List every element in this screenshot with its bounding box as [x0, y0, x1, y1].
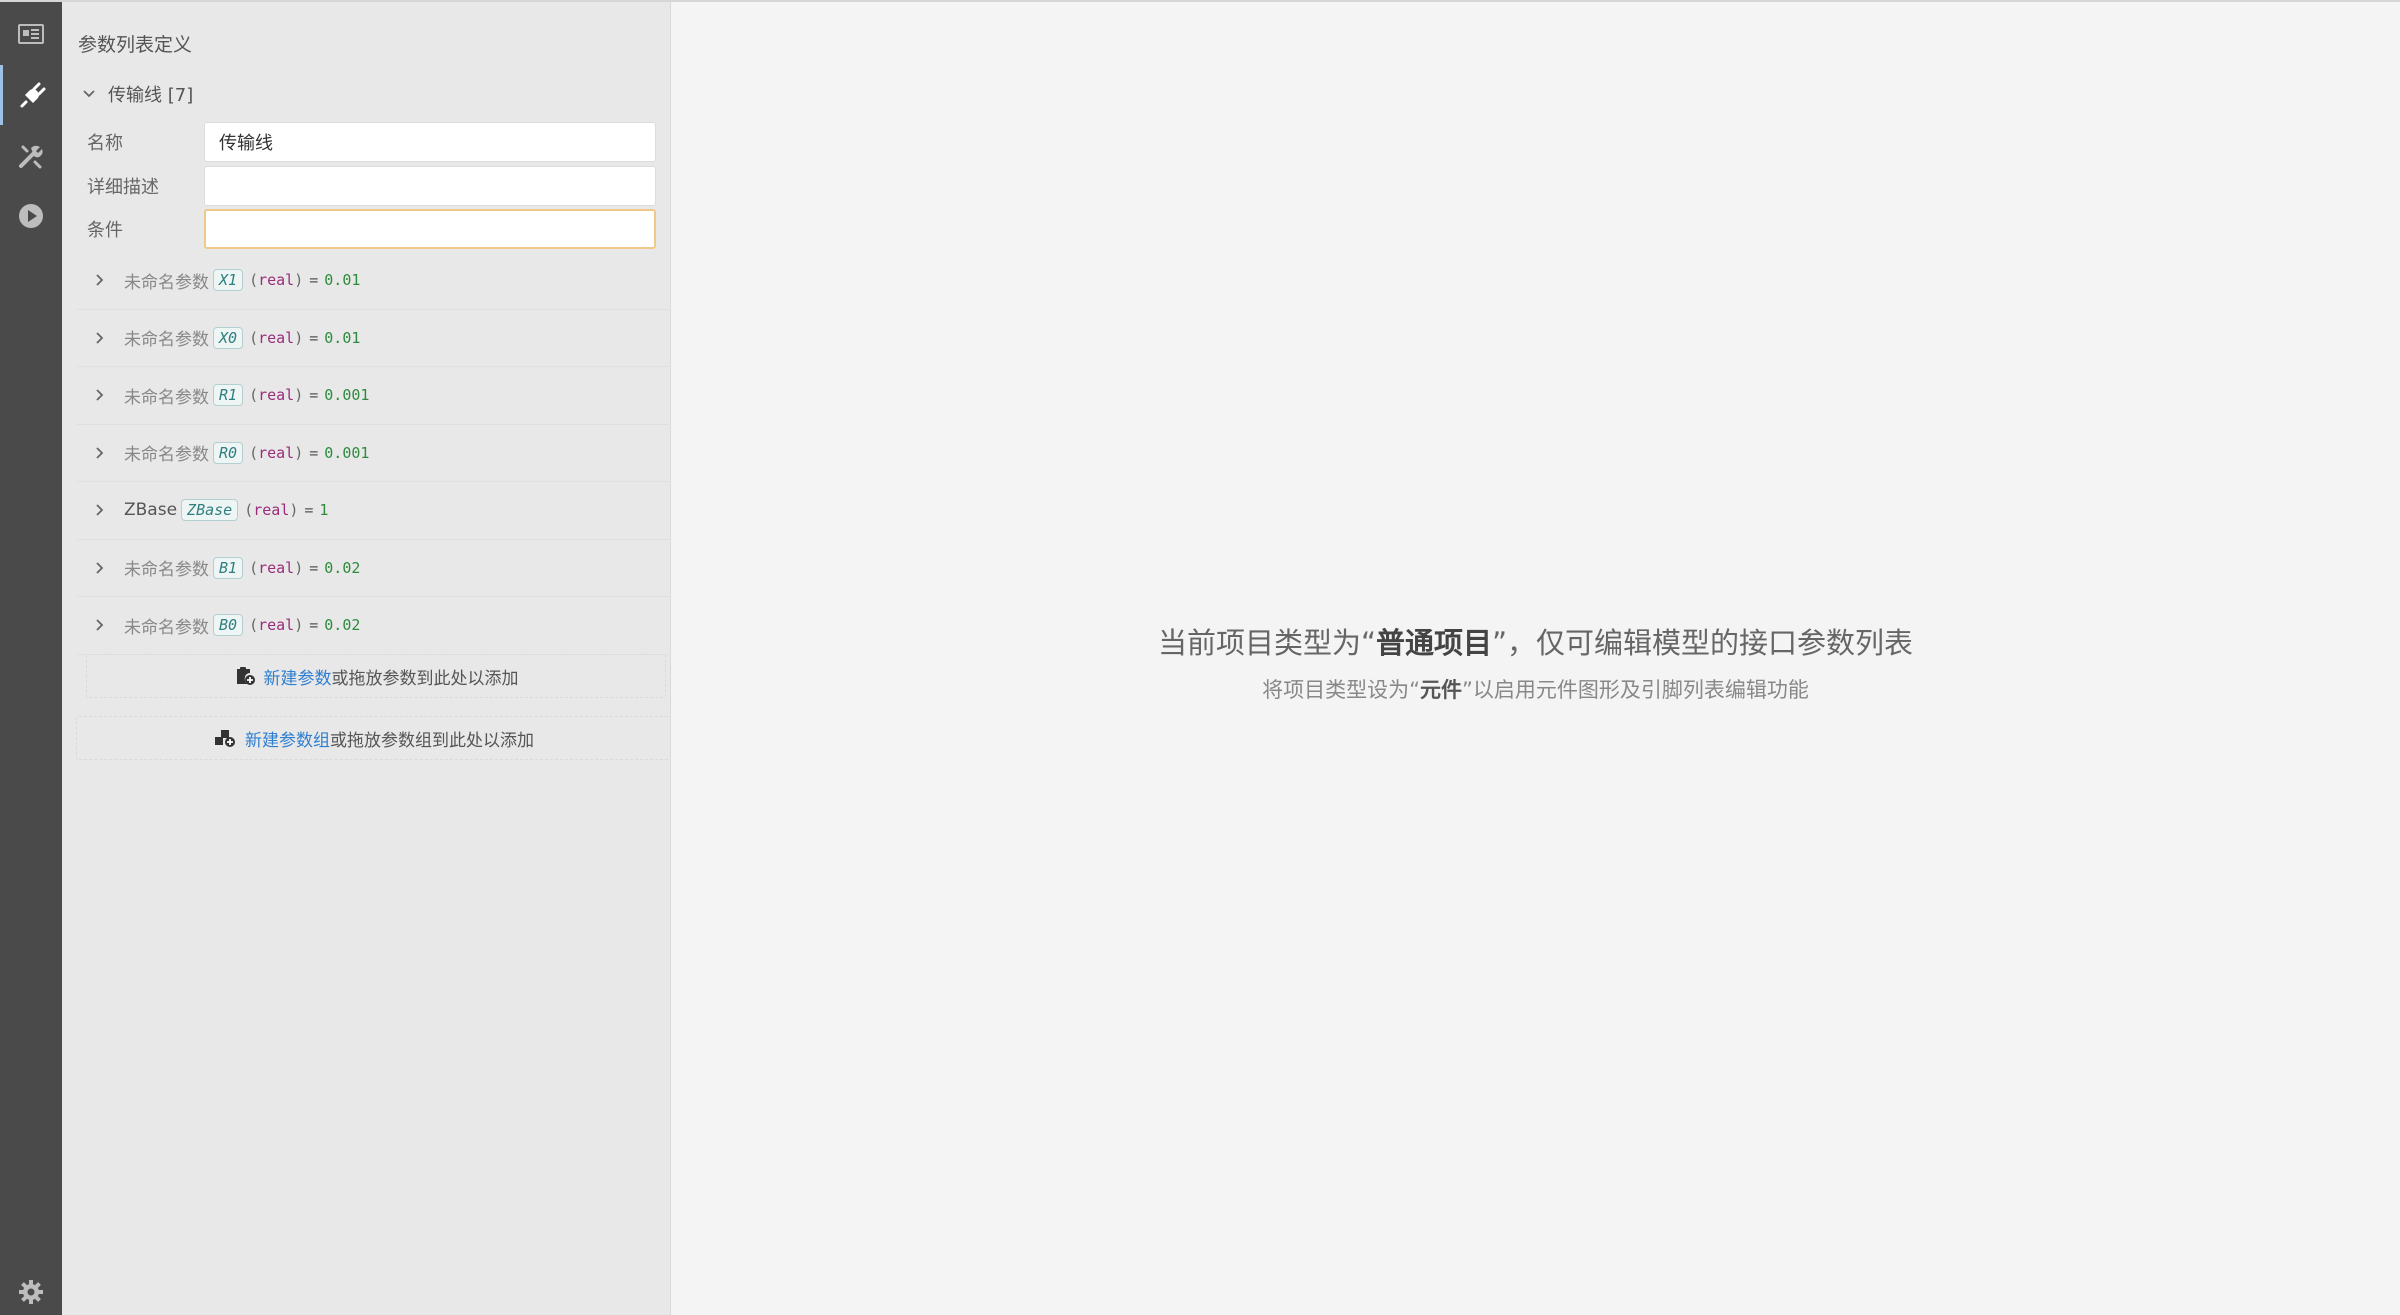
chevron-right-icon[interactable]	[76, 331, 114, 345]
param-value: 0.02	[324, 558, 361, 577]
description-row: 详细描述	[87, 166, 656, 206]
param-list: 未命名参数 X1 (real) = 0.01 未命名参数 X0 (real) = 0.01 未命名参…	[76, 252, 671, 655]
chevron-right-icon[interactable]	[76, 388, 114, 402]
param-type: (real)	[249, 328, 304, 347]
new-group-link[interactable]: 新建参数组	[245, 726, 330, 751]
param-type-word: real	[253, 501, 290, 520]
param-type-word: real	[258, 443, 295, 462]
param-type: (real)	[249, 271, 304, 290]
hint-component: 元件	[1420, 678, 1462, 702]
param-row[interactable]: 未命名参数 X1 (real) = 0.01	[76, 252, 671, 310]
param-key: X1	[213, 269, 244, 292]
param-key: ZBase	[181, 499, 239, 522]
chevron-right-icon[interactable]	[76, 446, 114, 460]
equals-sign: =	[309, 386, 319, 405]
equals-sign: =	[309, 443, 319, 462]
message-suffix: ”，仅可编辑模型的接口参数列表	[1492, 626, 1914, 660]
param-name: ZBase	[124, 500, 178, 521]
new-group-hint: 或拖放参数组到此处以添加	[330, 730, 534, 751]
overview-icon[interactable]	[0, 4, 62, 64]
param-key: R0	[213, 441, 244, 464]
param-name: 未命名参数	[124, 272, 209, 293]
param-name: 未命名参数	[124, 387, 209, 408]
gear-icon[interactable]	[0, 1262, 62, 1315]
message-prefix: 当前项目类型为“	[1157, 626, 1376, 660]
param-type: (real)	[249, 616, 304, 635]
param-name: 未命名参数	[124, 560, 209, 581]
tools-icon[interactable]	[0, 126, 62, 186]
param-value: 0.01	[324, 328, 361, 347]
param-name: 未命名参数	[124, 330, 209, 351]
main-area: 当前项目类型为“普通项目”，仅可编辑模型的接口参数列表 将项目类型设为“元件”以…	[671, 0, 2400, 1315]
condition-label: 条件	[87, 220, 123, 241]
param-key: B1	[213, 556, 244, 579]
param-type-word: real	[258, 616, 295, 635]
description-label: 详细描述	[87, 177, 159, 198]
chevron-right-icon[interactable]	[76, 503, 114, 517]
param-row[interactable]: 未命名参数 X0 (real) = 0.01	[76, 310, 671, 367]
param-value: 0.01	[324, 271, 361, 290]
param-row[interactable]: ZBase ZBase (real) = 1	[76, 482, 671, 540]
activity-bar	[0, 0, 62, 1315]
equals-sign: =	[309, 328, 319, 347]
description-field[interactable]	[204, 166, 656, 206]
param-row[interactable]: 未命名参数 R1 (real) = 0.001	[76, 367, 671, 425]
new-param-hint: 或拖放参数到此处以添加	[331, 668, 519, 689]
plug-icon[interactable]	[0, 65, 62, 125]
param-row[interactable]: 未命名参数 B0 (real) = 0.02	[76, 597, 671, 655]
group-header[interactable]: 传输线 [7]	[76, 80, 193, 108]
new-group-icon	[213, 727, 237, 749]
chevron-right-icon[interactable]	[76, 561, 114, 575]
parameter-panel: 参数列表定义 传输线 [7] 名称 详细描述 条件 未命名参数X1(real)=…	[62, 0, 671, 1315]
param-name: 未命名参数	[124, 445, 209, 466]
param-value: 0.02	[324, 616, 361, 635]
param-type: (real)	[249, 443, 304, 462]
project-type-hint: 将项目类型设为“元件”以启用元件图形及引脚列表编辑功能	[671, 674, 2400, 704]
new-param-link[interactable]: 新建参数	[264, 664, 332, 689]
name-field[interactable]	[204, 122, 656, 162]
group-label: 传输线 [7]	[108, 85, 194, 106]
param-type: (real)	[249, 558, 304, 577]
param-name: 未命名参数	[124, 617, 209, 638]
hint-prefix: 将项目类型设为“	[1262, 678, 1420, 702]
name-row: 名称	[87, 122, 656, 162]
param-type: (real)	[249, 386, 304, 405]
param-value: 0.001	[324, 443, 370, 462]
add-group-zone[interactable]: 新建参数组 或拖放参数组到此处以添加	[76, 716, 671, 760]
chevron-right-icon[interactable]	[76, 618, 114, 632]
chevron-right-icon[interactable]	[76, 273, 114, 287]
hint-suffix: ”以启用元件图形及引脚列表编辑功能	[1462, 678, 1809, 702]
name-label: 名称	[87, 133, 123, 154]
param-type-word: real	[258, 386, 295, 405]
param-value: 1	[319, 501, 329, 520]
project-type-message: 当前项目类型为“普通项目”，仅可编辑模型的接口参数列表	[671, 620, 2400, 662]
condition-field[interactable]	[204, 209, 656, 249]
equals-sign: =	[309, 616, 319, 635]
param-type-word: real	[258, 271, 295, 290]
message-project-type: 普通项目	[1375, 626, 1492, 660]
panel-title: 参数列表定义	[78, 34, 193, 56]
add-param-zone[interactable]: 新建参数 或拖放参数到此处以添加	[86, 654, 666, 698]
new-param-icon	[234, 665, 256, 687]
equals-sign: =	[309, 558, 319, 577]
param-row[interactable]: 未命名参数 B1 (real) = 0.02	[76, 540, 671, 597]
param-type: (real)	[244, 501, 299, 520]
param-value: 0.001	[324, 386, 370, 405]
param-type-word: real	[258, 328, 295, 347]
param-type-word: real	[258, 558, 295, 577]
chevron-down-icon	[76, 89, 102, 99]
param-key: X0	[213, 326, 244, 349]
param-row[interactable]: 未命名参数 R0 (real) = 0.001	[76, 425, 671, 482]
equals-sign: =	[309, 271, 319, 290]
condition-row: 条件	[87, 209, 656, 249]
param-key: B0	[213, 614, 244, 637]
run-icon[interactable]	[0, 186, 62, 246]
param-key: R1	[213, 384, 244, 407]
equals-sign: =	[304, 501, 314, 520]
